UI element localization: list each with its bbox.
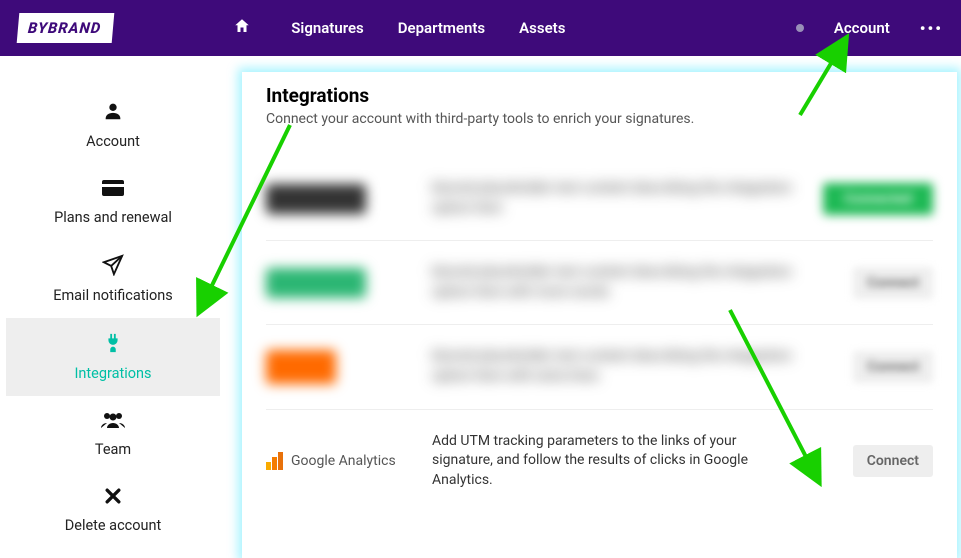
integration-desc: Add UTM tracking parameters to the links…	[432, 432, 797, 491]
integration-desc: blurred placeholder text content describ…	[432, 347, 797, 386]
topbar-right: Account •••	[796, 19, 943, 38]
topbar: BYBRAND Signatures Departments Assets Ac…	[0, 0, 961, 56]
sidebar-item-label: Plans and renewal	[54, 209, 172, 226]
freshdesk-connect-button[interactable]: Connect	[853, 267, 933, 299]
integration-row-ga: Google Analytics Add UTM tracking parame…	[266, 410, 933, 513]
sidebar-item-label: Team	[95, 441, 131, 458]
sidebar: Account Plans and renewal Email notifica…	[0, 56, 226, 558]
page-title: Integrations	[266, 84, 933, 107]
ga-connect-button[interactable]: Connect	[853, 445, 933, 477]
brand-logo[interactable]: BYBRAND	[17, 13, 115, 43]
integration-desc: blurred placeholder text content describ…	[432, 263, 797, 302]
freshdesk-logo	[266, 268, 366, 298]
nav-account[interactable]: Account	[834, 19, 890, 37]
nav-links: Signatures Departments Assets	[291, 19, 565, 37]
more-menu-icon[interactable]: •••	[920, 19, 943, 38]
nav-assets[interactable]: Assets	[519, 19, 565, 37]
sidebar-item-email[interactable]: Email notifications	[0, 240, 226, 318]
gsuite-logo	[266, 184, 366, 214]
sidebar-item-integrations[interactable]: Integrations	[6, 318, 220, 396]
bitly-logo	[266, 350, 336, 384]
sidebar-item-plans[interactable]: Plans and renewal	[0, 164, 226, 240]
team-icon	[100, 410, 126, 435]
sidebar-item-label: Delete account	[65, 517, 162, 534]
nav-signatures[interactable]: Signatures	[291, 19, 363, 37]
bitly-connect-button[interactable]: Connect	[853, 351, 933, 383]
sidebar-item-label: Account	[86, 133, 140, 150]
nav-departments[interactable]: Departments	[398, 19, 485, 37]
main: Integrations Connect your account with t…	[226, 56, 961, 558]
home-icon[interactable]	[233, 17, 251, 39]
integration-desc: blurred placeholder text content describ…	[432, 179, 797, 218]
sidebar-item-team[interactable]: Team	[0, 396, 226, 472]
card-icon	[101, 178, 125, 203]
ga-name: Google Analytics	[291, 453, 396, 469]
sidebar-item-account[interactable]: Account	[0, 86, 226, 164]
sidebar-item-delete[interactable]: Delete account	[0, 472, 226, 548]
sidebar-item-label: Email notifications	[53, 287, 173, 304]
status-dot-icon	[796, 24, 804, 32]
close-icon	[103, 486, 123, 511]
integration-row-bitly: blurred placeholder text content describ…	[266, 325, 933, 409]
user-icon	[102, 100, 124, 127]
gsuite-connected-button[interactable]: Connected	[823, 183, 933, 215]
integrations-panel: Integrations Connect your account with t…	[242, 72, 957, 558]
analytics-bars-icon	[266, 452, 283, 470]
sidebar-item-label: Integrations	[74, 365, 151, 382]
integration-row-gsuite: blurred placeholder text content describ…	[266, 157, 933, 241]
integration-row-freshdesk: blurred placeholder text content describ…	[266, 241, 933, 325]
google-analytics-logo: Google Analytics	[266, 452, 396, 470]
paper-plane-icon	[102, 254, 124, 281]
plug-icon	[102, 332, 124, 359]
page-subtitle: Connect your account with third-party to…	[266, 111, 933, 127]
